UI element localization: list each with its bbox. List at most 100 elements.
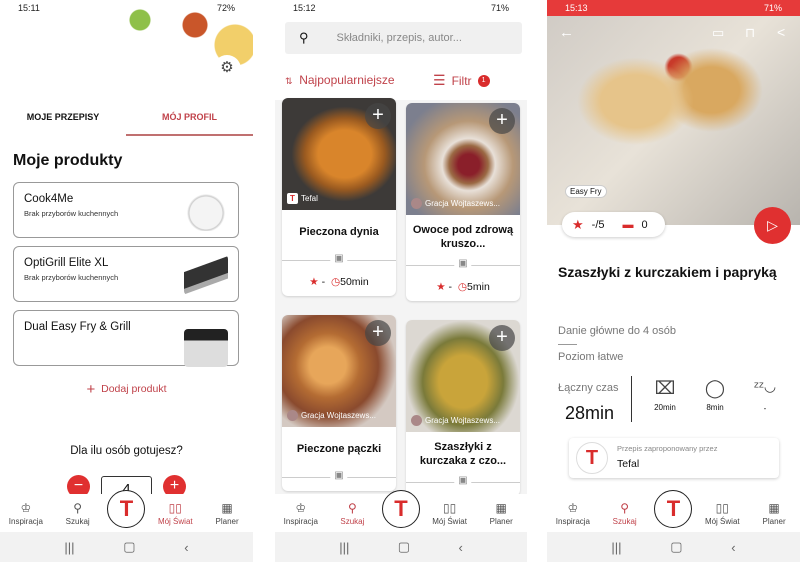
tefal-home-button[interactable]: T [107,490,146,528]
tefal-home-button[interactable]: T [654,490,693,528]
section-title: Moje produkty [13,152,123,169]
nav-my-world[interactable]: ▯▯ Mój Świat [153,501,197,526]
calendar-icon: ▦ [768,501,780,515]
nav-search[interactable]: ⚲ Szukaj [603,501,647,526]
cutting-board-icon: ⌧ [654,378,676,398]
bottom-nav: ♔ Inspiracja ⚲ Szukaj T ▯▯ Mój Świat ▦ Plane… [0,490,253,532]
status-bar: 15:11 72% [18,3,235,13]
nav-inspiration[interactable]: ♔ Inspiracja [4,501,48,526]
search-icon: ⚲ [347,501,357,515]
nav-inspiration[interactable]: ♔ Inspiracja [551,501,595,526]
product-image [184,329,228,367]
add-button[interactable]: + [365,320,391,346]
book-icon: ▯▯ [168,501,182,515]
sort-button[interactable]: ⇅ Najpopularniejsze [285,73,395,87]
recipe-category: Danie główne do 4 osób [558,325,677,337]
screen-recipe-detail: 15:13 71% ← ▭ ⊓ < Easy Fry ★ -/5 ▬ 0 ▷ Szas… [547,0,800,562]
total-time-value: 28min [565,403,615,423]
play-video-button[interactable]: ▷ [754,207,791,244]
home-button[interactable]: ▢ [670,539,682,555]
rating-comments-pill[interactable]: ★ -/5 ▬ 0 [562,212,665,237]
recipe-image: + T Tefal [282,98,396,210]
servings-question: Dla ilu osób gotujesz? [70,445,183,457]
author-card[interactable]: T Przepis zaproponowany przez Tefal [569,438,779,478]
nav-planner[interactable]: ▦ Planer [479,501,523,526]
tefal-home-button[interactable]: T [381,490,420,528]
screen-my-profile: 15:11 72% ⚙ MOJE PRZEPISY MÓJ PROFIL Moje… [0,0,253,562]
bookmark-icon[interactable]: ⊓ [745,25,755,41]
add-button[interactable]: + [365,103,391,129]
author-avatar [411,198,422,209]
tefal-logo: T [287,193,298,204]
add-button[interactable]: + [489,108,515,134]
nav-my-world[interactable]: ▯▯ Mój Świat [700,501,744,526]
recipe-card[interactable]: + Gracja Wojtaszews... Pieczone pączki ▣ [282,315,396,491]
recipe-image: + Gracja Wojtaszews... [406,320,520,432]
recipe-card[interactable]: + Gracja Wojtaszews... Szaszłyki z kurcza… [406,320,520,496]
chef-hat-icon: ♔ [567,501,579,515]
screen-search: 15:12 71% ⚲ Składniki, przepis, autor... … [275,0,527,562]
product-card[interactable]: OptiGrill Elite XL Brak przyborów kuchenn… [13,246,239,302]
nav-inspiration[interactable]: ♔ Inspiracja [279,501,323,526]
egg-timer-icon: ◯ [704,378,726,398]
tab-my-recipes[interactable]: MOJE PRZEPISY [0,112,126,122]
search-icon: ⚲ [620,501,630,515]
system-nav: ||| ▢ ‹ [275,532,527,562]
book-icon: ▯▯ [442,501,457,515]
back-button[interactable]: ‹ [184,540,188,555]
recipe-card[interactable]: + Gracja Wojtaszews... Owoce pod zdrową k… [406,103,520,301]
chef-hat-icon: ♔ [295,501,307,515]
chef-hat-icon: ♔ [20,501,32,515]
status-bar: 15:13 71% [565,3,782,13]
search-icon: ⚲ [299,30,309,45]
filter-button[interactable]: ☰ Filtr 1 [433,72,490,89]
bottom-nav: ♔ Inspiracja ⚲ Szukaj T ▯▯ Mój Świat ▦ Plane… [275,490,527,532]
book-icon: ▯▯ [715,501,729,515]
recipe-title: Pieczona dynia [299,226,379,238]
calendar-icon: ▦ [495,501,507,515]
product-image [184,191,228,231]
search-icon: ⚲ [73,501,83,515]
back-button[interactable]: ‹ [731,540,735,555]
recipe-title: Szaszłyki z kurczaka z czo... [419,441,507,467]
recents-button[interactable]: ||| [611,540,621,555]
product-image [184,255,228,295]
nav-my-world[interactable]: ▯▯ Mój Świat [428,501,472,526]
recipe-title: Owoce pod zdrową kruszo... [412,224,514,250]
share-icon[interactable]: < [777,24,785,40]
status-bar: 15:12 71% [293,3,509,13]
settings-button[interactable]: ⚙ [213,55,241,83]
calendar-icon[interactable]: ▭ [712,25,724,41]
clock-icon: ◷ [457,281,468,293]
comment-icon: ▬ [622,218,634,231]
system-nav: ||| ▢ ‹ [0,532,253,562]
recipe-title: Pieczone pączki [296,443,382,455]
home-button[interactable]: ▢ [398,539,410,555]
product-card[interactable]: Cook4Me Brak przyborów kuchennych [13,182,239,238]
star-icon: ★ [436,281,446,293]
back-arrow-icon[interactable]: ← [559,24,574,41]
home-button[interactable]: ▢ [123,539,135,555]
product-card[interactable]: Dual Easy Fry & Grill [13,310,239,367]
appliance-icon: ▣ [330,470,348,481]
nav-search[interactable]: ⚲ Szukaj [330,501,374,526]
recipe-card[interactable]: + T Tefal Pieczona dynia ▣ ★ - ◷50min [282,98,396,296]
filter-count-badge: 1 [477,74,490,87]
clock-icon: ◷ [330,276,341,288]
calendar-icon: ▦ [221,501,233,515]
nav-planner[interactable]: ▦ Planer [205,501,249,526]
add-button[interactable]: + [489,325,515,351]
tefal-logo: T [576,442,608,474]
author-avatar [411,415,422,426]
nav-search[interactable]: ⚲ Szukaj [56,501,100,526]
recents-button[interactable]: ||| [339,540,349,555]
search-input[interactable]: ⚲ Składniki, przepis, autor... [285,22,522,54]
add-product-button[interactable]: + Dodaj produkt [0,381,253,398]
recipe-title: Szaszłyki z kurczakiem i papryką [558,264,777,280]
appliance-icon: ▣ [454,475,472,486]
tab-my-profile[interactable]: MÓJ PROFIL [126,112,253,122]
recents-button[interactable]: ||| [64,540,74,555]
nav-planner[interactable]: ▦ Planer [752,501,796,526]
back-button[interactable]: ‹ [458,540,462,555]
recipe-level: Poziom łatwe [558,351,624,363]
